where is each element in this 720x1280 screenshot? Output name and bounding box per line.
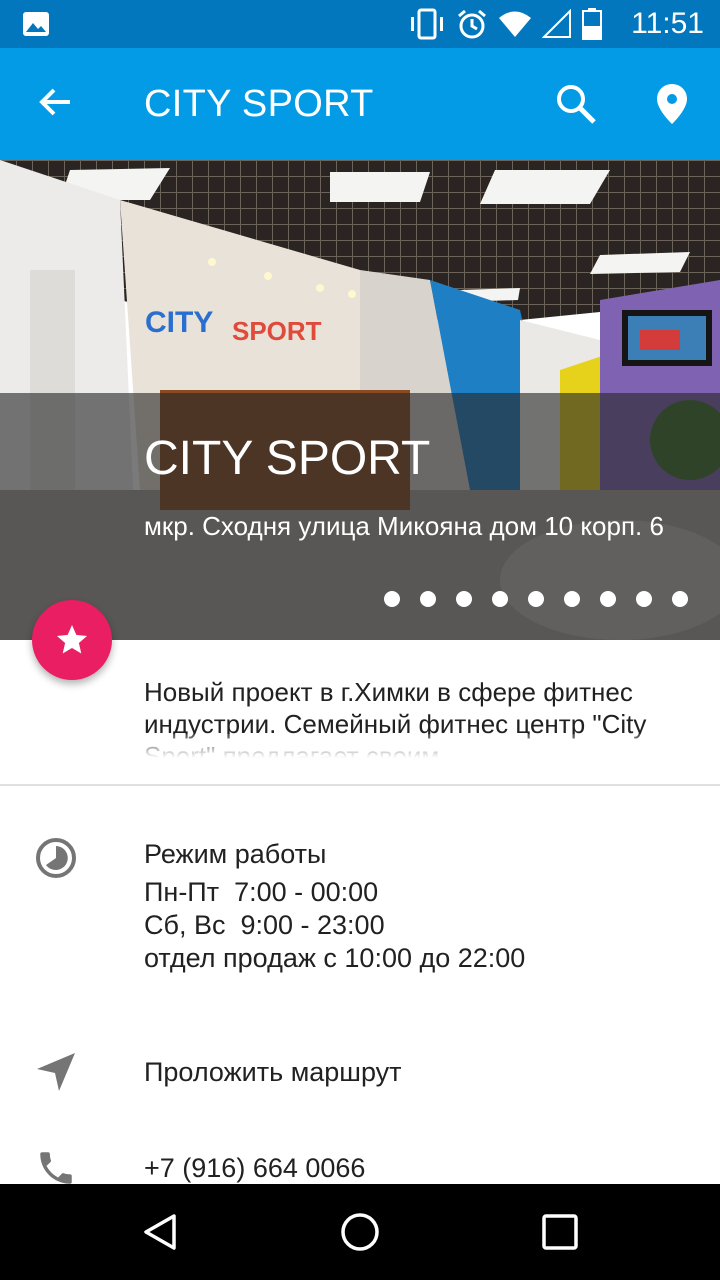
phone-icon	[40, 1152, 72, 1184]
navigation-icon	[37, 1053, 75, 1091]
page-dot[interactable]	[420, 591, 436, 607]
route-button[interactable]	[32, 1048, 80, 1096]
page-dot[interactable]	[600, 591, 616, 607]
battery-icon	[582, 8, 602, 40]
back-arrow-icon	[39, 88, 70, 116]
page-title: CITY SPORT	[144, 83, 374, 125]
hero-carousel[interactable]: CITY SPORT CITY SPORT мкр. Сходня улица …	[0, 160, 720, 640]
back-button[interactable]	[28, 74, 84, 130]
page-dot[interactable]	[384, 591, 400, 607]
page-indicator	[384, 591, 688, 607]
location-pin-icon	[657, 84, 687, 124]
vibrate-icon	[411, 8, 443, 40]
recents-square-icon	[542, 1214, 578, 1250]
star-icon	[57, 625, 87, 654]
back-triangle-icon	[144, 1214, 176, 1250]
signal-icon	[542, 9, 571, 38]
clock-icon	[36, 838, 76, 878]
page-dot[interactable]	[564, 591, 580, 607]
system-nav-bar	[0, 1184, 720, 1280]
page-dot[interactable]	[672, 591, 688, 607]
hours-title: Режим работы	[144, 839, 327, 869]
svg-text:SPORT: SPORT	[232, 316, 322, 346]
phone-number[interactable]: +7 (916) 664 0066	[144, 1151, 365, 1185]
club-address: мкр. Сходня улица Микояна дом 10 корп. 6	[144, 511, 664, 541]
image-icon	[23, 12, 49, 36]
hours-line: Пн-Пт 7:00 - 00:00	[144, 877, 379, 907]
status-bar: 11:51	[0, 0, 720, 48]
page-dot[interactable]	[636, 591, 652, 607]
hours-row-icon	[32, 834, 80, 882]
status-time: 11:51	[631, 7, 704, 40]
alarm-icon	[458, 9, 486, 39]
map-button[interactable]	[644, 76, 700, 132]
nav-recents-button[interactable]	[532, 1204, 588, 1260]
hours-line: Сб, Вс 9:00 - 23:00	[144, 910, 385, 940]
page-dot[interactable]	[456, 591, 472, 607]
route-label[interactable]: Проложить маршрут	[144, 1055, 402, 1089]
wifi-icon	[499, 11, 531, 37]
nav-home-button[interactable]	[332, 1204, 388, 1260]
club-name: CITY SPORT	[144, 432, 431, 485]
favorite-button[interactable]	[32, 600, 112, 680]
page-dot[interactable]	[492, 591, 508, 607]
app-bar: CITY SPORT	[0, 48, 720, 160]
nav-back-button[interactable]	[132, 1204, 188, 1260]
description[interactable]: Новый проект в г.Химки в сфере фитнес ин…	[144, 676, 684, 758]
search-button[interactable]	[548, 76, 604, 132]
description-fade	[144, 734, 684, 758]
hours-line: отдел продаж с 10:00 до 22:00	[144, 943, 526, 973]
divider	[0, 784, 720, 786]
home-circle-icon	[341, 1213, 379, 1251]
page-dot[interactable]	[528, 591, 544, 607]
search-icon	[557, 85, 596, 124]
svg-text:CITY: CITY	[145, 306, 213, 339]
